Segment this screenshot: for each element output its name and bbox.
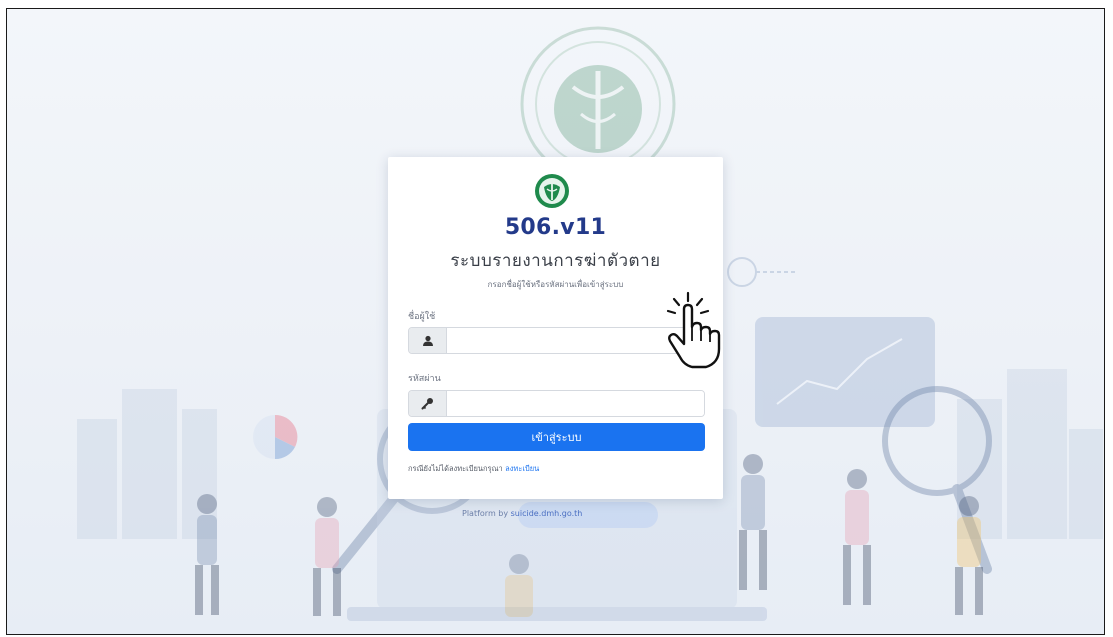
password-label: รหัสผ่าน [408,374,441,384]
register-line: กรณียังไม่ได้ลงทะเบียนกรุณา ลงทะเบียน [408,463,539,475]
system-name: ระบบรายงานการฆ่าตัวตาย [450,251,661,271]
hand-pointer-icon [666,291,721,369]
platform-credit: Platform by suicide.dmh.go.th [462,509,582,518]
ministry-logo-icon [535,174,569,208]
password-input-group [408,390,705,417]
key-icon [409,391,447,416]
app-version-title: 506.v11 [504,215,607,240]
background-target [727,257,797,287]
background-pie [253,414,298,460]
password-input[interactable] [447,391,704,416]
username-label: ชื่อผู้ใช้ [408,312,436,322]
register-link[interactable]: ลงทะเบียน [505,464,539,473]
platform-link[interactable]: suicide.dmh.go.th [511,509,583,518]
background-chart-panel [755,317,935,427]
user-icon [409,328,447,353]
platform-prefix: Platform by [462,509,509,518]
login-button[interactable]: เข้าสู่ระบบ [408,423,705,451]
register-prompt: กรณียังไม่ได้ลงทะเบียนกรุณา [408,464,503,473]
login-page: Platform by suicide.dmh.go.th 506.v11 ระ… [6,8,1105,635]
